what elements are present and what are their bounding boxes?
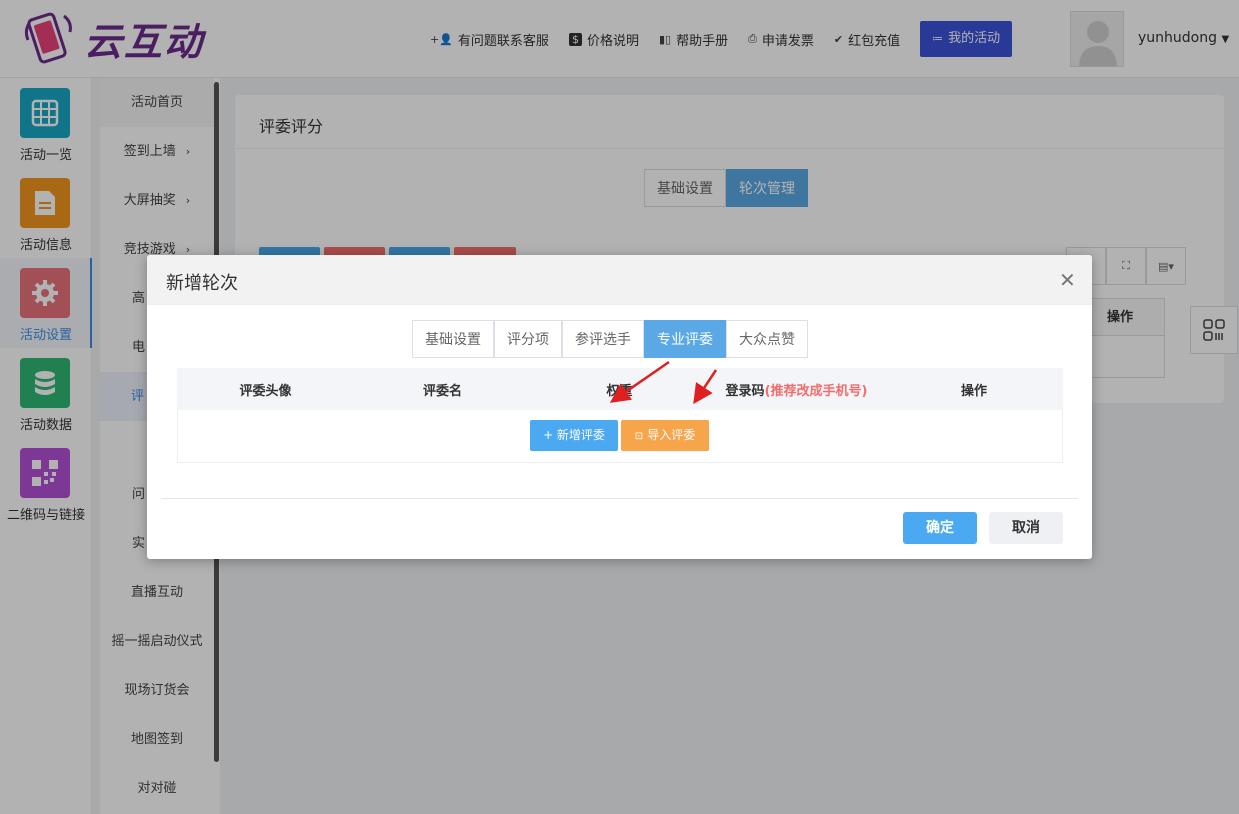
tab-contestants[interactable]: 参评选手 [562, 320, 644, 358]
dialog-title: 新增轮次 [166, 273, 238, 294]
table-body: + 新增评委 ⊡ 导入评委 [177, 410, 1063, 463]
tab-public-likes[interactable]: 大众点赞 [726, 320, 808, 358]
col-weight: 权重 [606, 383, 633, 399]
dialog-header: 新增轮次 ✕ [147, 255, 1092, 305]
login-code-label: 登录码 [725, 383, 765, 399]
col-judge-name: 评委名 [422, 383, 462, 399]
col-judge-avatar: 评委头像 [239, 383, 292, 399]
judges-table: 评委头像 评委名 权重 登录码(推荐改成手机号) 操作 + 新增评委 ⊡ 导入评委 [177, 368, 1063, 463]
import-icon: ⊡ [634, 431, 644, 442]
import-judge-button[interactable]: ⊡ 导入评委 [621, 420, 709, 451]
close-icon[interactable]: ✕ [1059, 268, 1076, 292]
tab-professional-judges[interactable]: 专业评委 [644, 320, 726, 358]
dialog-tabs: 基础设置 评分项 参评选手 专业评委 大众点赞 [412, 320, 808, 358]
tab-basic-settings[interactable]: 基础设置 [412, 320, 494, 358]
table-header: 评委头像 评委名 权重 登录码(推荐改成手机号) 操作 [177, 368, 1063, 410]
add-round-dialog: 新增轮次 ✕ 基础设置 评分项 参评选手 专业评委 大众点赞 评委头像 评委名 … [147, 255, 1092, 559]
add-judge-button[interactable]: + 新增评委 [530, 420, 618, 451]
import-judge-label: 导入评委 [647, 428, 696, 442]
cancel-button[interactable]: 取消 [989, 512, 1063, 544]
col-actions: 操作 [960, 383, 987, 399]
tab-scoring-items[interactable]: 评分项 [494, 320, 562, 358]
login-code-hint: (推荐改成手机号) [764, 383, 868, 399]
dialog-divider [161, 498, 1078, 499]
confirm-button[interactable]: 确定 [903, 512, 977, 544]
col-login-code: 登录码(推荐改成手机号) [708, 380, 885, 399]
